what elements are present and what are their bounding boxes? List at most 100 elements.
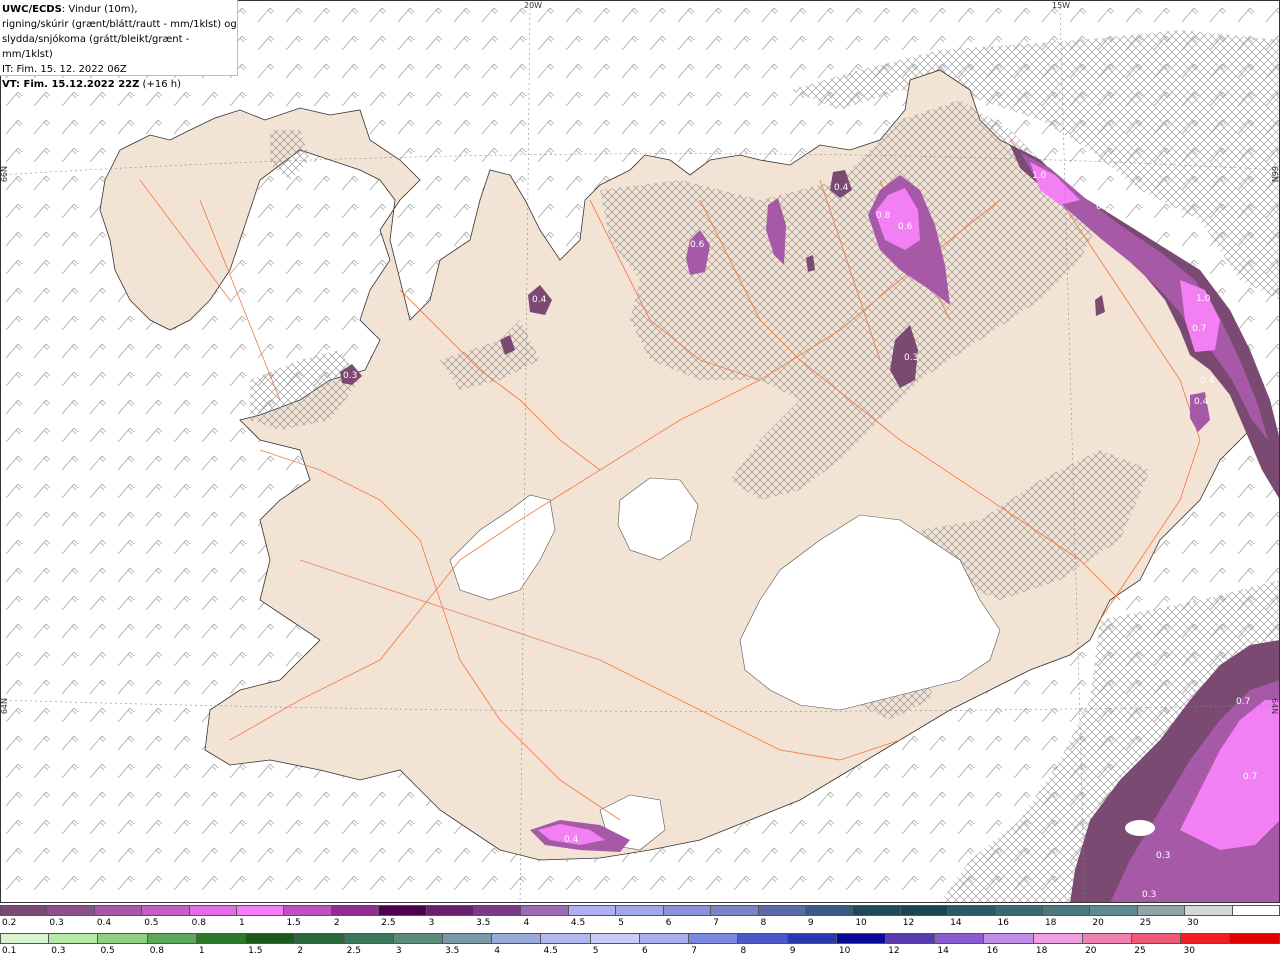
- model-name: UWC/ECDS: [2, 4, 62, 15]
- snow_scale-label: 0.4: [96, 918, 112, 928]
- snow_scale-label: 1: [239, 918, 245, 928]
- rain_scale-swatch: [885, 933, 936, 944]
- title-variable: : Vindur (10m),: [61, 4, 138, 15]
- rain_scale-label: 30: [1183, 946, 1195, 956]
- snow_scale-label: 0.3: [49, 918, 64, 928]
- map-label: 0.6: [690, 240, 705, 250]
- snow_scale-swatch: [948, 905, 996, 916]
- rain_scale-label: 12: [888, 946, 900, 956]
- snow_scale-swatch: [1042, 905, 1091, 916]
- map-label: 0.3: [343, 371, 357, 381]
- snow_scale-label: 25: [1139, 918, 1152, 928]
- rain_scale-swatch: [1132, 933, 1182, 944]
- snow_scale-swatch: [758, 905, 806, 916]
- rain_scale-swatch: [1230, 933, 1280, 944]
- rain_scale-swatch: [98, 933, 148, 944]
- rain_scale-swatch: [935, 933, 985, 944]
- initial-time: IT: Fim. 15. 12. 2022 06Z: [2, 64, 127, 75]
- snow_scale-label: 14: [950, 918, 962, 928]
- snow_scale-label: 10: [855, 918, 867, 928]
- rain_scale-label: 8: [740, 946, 747, 956]
- snow_scale-swatch: [94, 905, 143, 916]
- snow_scale-swatch: [142, 905, 190, 916]
- snow_scale-swatch: [0, 905, 48, 916]
- rain_scale-swatch: [1082, 933, 1133, 944]
- map-label: 0.4: [564, 835, 579, 845]
- map-label: 0.4: [834, 183, 849, 193]
- rain_scale-label: 0.8: [149, 946, 165, 956]
- map-label: 0.3: [904, 353, 918, 363]
- map-label: 0.8: [876, 211, 891, 221]
- snow_scale-swatch: [474, 905, 522, 916]
- snow_scale-swatch: [1232, 905, 1280, 916]
- rain_scale-swatch: [0, 933, 50, 944]
- rain_scale-swatch: [738, 933, 788, 944]
- rain_scale-label: 25: [1134, 946, 1146, 956]
- rain_scale-swatch: [1181, 933, 1231, 944]
- rain_scale-label: 20: [1085, 946, 1097, 956]
- snow_scale-swatch: [189, 905, 238, 916]
- rain_scale-label: 1.5: [248, 946, 263, 956]
- lon-label-20w: 20W: [524, 1, 543, 10]
- rain_scale-swatch: [344, 933, 394, 944]
- snow_scale-label: 30: [1187, 918, 1199, 928]
- snow_scale-swatch: [47, 905, 95, 916]
- map-title-box: UWC/ECDS: Vindur (10m), rigning/skúrir (…: [0, 0, 238, 90]
- snow_scale-label: 4.5: [570, 918, 586, 928]
- snow_scale-label: 5: [618, 918, 625, 928]
- rain_scale-label: 5: [592, 946, 599, 956]
- snow_scale-swatch: [379, 905, 427, 916]
- snow-scale-labels: 0.2 0.3 0.4 0.5 0.8 1 1.5 2 2.5 3 3.5 4 4.5 5 6 7 8 9 10 12…: [0, 918, 1280, 930]
- rain_scale-swatch: [492, 933, 542, 944]
- rain_scale-swatch: [590, 933, 640, 944]
- title-line-3: slydda/snjókoma (grátt/bleikt/grænt - mm…: [2, 34, 190, 60]
- rain_scale-swatch: [836, 933, 886, 944]
- map-label: 1.0: [1032, 171, 1047, 181]
- rain_scale-swatch: [639, 933, 690, 944]
- rain_scale-label: 1: [198, 946, 205, 956]
- map-label: 0.7: [1236, 697, 1250, 707]
- rain_scale-label: 4: [494, 946, 501, 956]
- snow_scale-swatch: [711, 905, 759, 916]
- rain_scale-swatch: [147, 933, 197, 944]
- rain_scale-label: 0.5: [100, 946, 115, 956]
- rain_scale-label: 10: [838, 946, 851, 956]
- lat-label-64n-right: 64N: [1270, 698, 1279, 715]
- rain_scale-label: 0.3: [51, 946, 66, 956]
- rain_scale-swatch: [541, 933, 591, 944]
- rain_scale-label: 3.5: [445, 946, 460, 956]
- lon-label-15w: 15W: [1052, 1, 1071, 10]
- title-line-1: UWC/ECDS: Vindur (10m),: [2, 2, 237, 17]
- rain_scale-swatch: [246, 933, 296, 944]
- snow_scale-label: 2.5: [381, 918, 396, 928]
- rain_scale-label: 18: [1035, 946, 1048, 956]
- map-label: 0.7: [1192, 324, 1206, 334]
- map-label: 1.0: [1196, 294, 1211, 304]
- map-label: 0.3: [1142, 890, 1156, 900]
- rain_scale-label: 16: [986, 946, 999, 956]
- rain_scale-swatch: [787, 933, 837, 944]
- lat-label-66n-left: 66N: [0, 166, 9, 183]
- rain_scale-swatch: [49, 933, 99, 944]
- rain_scale-label: 9: [789, 946, 796, 956]
- valid-time-date: VT: Fim. 15.12.2022 22Z: [2, 79, 140, 90]
- snow_scale-label: 3.5: [476, 918, 491, 928]
- snow-color-scale: [0, 905, 1280, 916]
- snow_scale-label: 4: [523, 918, 530, 928]
- valid-time-lead: (+16 h): [139, 79, 181, 90]
- rain_scale-swatch: [393, 933, 443, 944]
- snow_scale-swatch: [1090, 905, 1138, 916]
- snow_scale-label: 20: [1092, 918, 1104, 928]
- snow_scale-swatch: [521, 905, 569, 916]
- valid-time: VT: Fim. 15.12.2022 22Z (+16 h): [2, 77, 237, 92]
- map-label: 0.3: [1156, 851, 1170, 861]
- rain_scale-label: 7: [691, 946, 697, 956]
- snow_scale-swatch: [616, 905, 664, 916]
- rain_scale-label: 2.5: [346, 946, 361, 956]
- rain_scale-label: 3: [395, 946, 402, 956]
- snow_scale-label: 16: [997, 918, 1009, 928]
- snow_scale-label: 3: [428, 918, 435, 928]
- map-label: 0.4: [1200, 376, 1215, 386]
- rain-color-scale: [0, 933, 1280, 944]
- snow_scale-swatch: [1185, 905, 1233, 916]
